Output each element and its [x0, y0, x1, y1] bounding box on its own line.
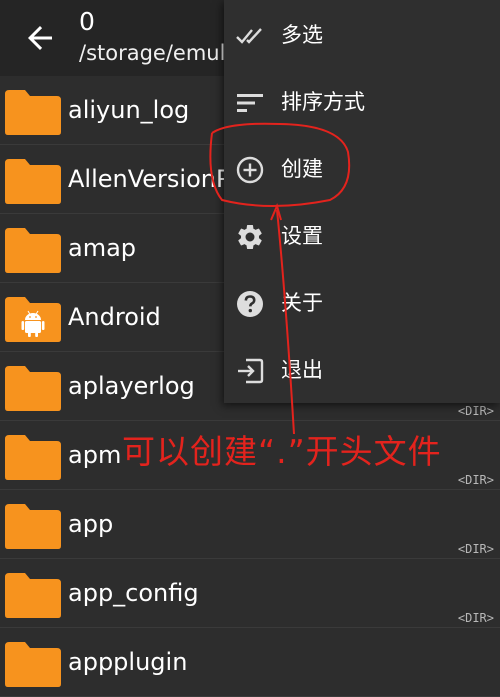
menu-item-settings[interactable]: 设置: [224, 202, 500, 269]
menu-item-label: 关于: [281, 291, 323, 315]
file-row[interactable]: app <DIR>: [0, 490, 500, 559]
dir-tag: <DIR>: [457, 611, 494, 625]
add-circle-icon: [236, 156, 264, 184]
folder-icon: [5, 159, 61, 204]
menu-item-exit[interactable]: 退出: [224, 336, 500, 403]
file-name: AllenVersionP: [68, 165, 231, 193]
folder-icon: [5, 573, 61, 618]
dir-tag: <DIR>: [457, 473, 494, 487]
gear-icon: [238, 224, 262, 249]
menu-item-sort[interactable]: 排序方式: [224, 68, 500, 135]
folder-icon: [5, 504, 61, 549]
folder-icon: [5, 228, 61, 273]
file-name: app_config: [68, 579, 199, 607]
menu-item-label: 多选: [281, 23, 323, 47]
file-name: Android: [68, 303, 161, 331]
file-row[interactable]: appplugin: [0, 628, 500, 697]
back-arrow-icon[interactable]: [22, 20, 58, 56]
menu-item-create[interactable]: 创建: [224, 135, 500, 202]
file-name: apm: [68, 441, 122, 469]
folder-icon: [5, 642, 61, 687]
help-icon: [237, 291, 263, 317]
file-name: app: [68, 510, 114, 538]
menu-item-multi-select[interactable]: 多选: [224, 1, 500, 68]
dir-tag: <DIR>: [457, 404, 494, 418]
folder-title: 0: [79, 7, 95, 36]
menu-item-label: 退出: [281, 358, 323, 382]
dir-tag: <DIR>: [457, 542, 494, 556]
menu-item-label: 排序方式: [281, 90, 365, 114]
folder-icon: [5, 90, 61, 135]
sort-icon: [237, 94, 263, 112]
file-name: amap: [68, 234, 137, 262]
file-name: aplayerlog: [68, 372, 195, 400]
menu-item-about[interactable]: 关于: [224, 269, 500, 336]
overflow-menu: 多选 排序方式 创建 设置 关于 退出: [224, 0, 500, 403]
menu-item-label: 设置: [281, 224, 323, 248]
current-path: /storage/emul: [79, 41, 226, 65]
double-check-icon: [236, 28, 262, 44]
file-name: aliyun_log: [68, 96, 190, 124]
folder-icon: [5, 366, 61, 411]
menu-item-label: 创建: [281, 157, 323, 181]
folder-icon: [5, 435, 61, 480]
android-folder-icon: [5, 297, 61, 342]
file-name: appplugin: [68, 648, 188, 676]
exit-icon: [238, 358, 264, 384]
annotation-text: 可以创建“.”开头文件: [122, 432, 442, 471]
file-row[interactable]: app_config <DIR>: [0, 559, 500, 628]
